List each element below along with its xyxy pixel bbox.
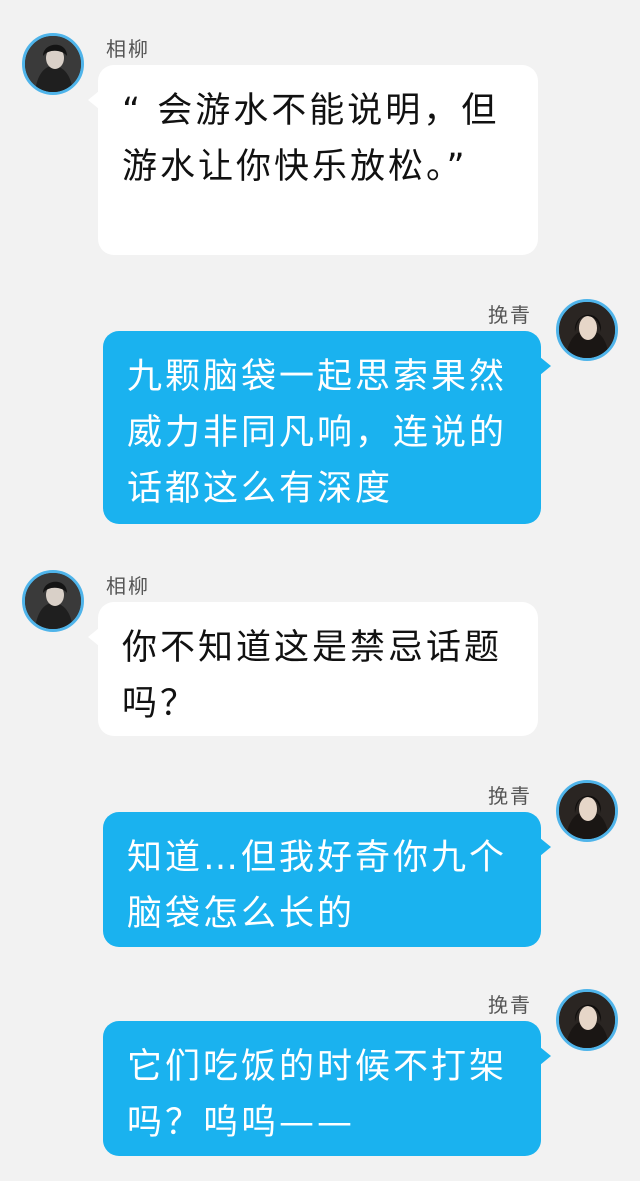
sender-name: 挽青: [488, 993, 532, 1017]
message-bubble[interactable]: “ 会游水不能说明，但游水让你快乐放松。”: [88, 65, 538, 255]
message-incoming: 相柳 你不知道这是禁忌话题吗？: [0, 570, 640, 740]
portrait-icon: [25, 36, 81, 92]
avatar[interactable]: [22, 33, 84, 95]
avatar[interactable]: [22, 570, 84, 632]
message-incoming: 相柳 “ 会游水不能说明，但游水让你快乐放松。”: [0, 33, 640, 258]
message-bubble[interactable]: 它们吃饭的时候不打架吗？呜呜——: [103, 1021, 551, 1156]
message-bubble[interactable]: 你不知道这是禁忌话题吗？: [88, 602, 538, 736]
avatar[interactable]: [556, 989, 618, 1051]
message-bubble[interactable]: 知道…但我好奇你九个脑袋怎么长的: [103, 812, 551, 947]
chat-thread: 相柳 “ 会游水不能说明，但游水让你快乐放松。” 挽青 九颗脑袋一起思索果然威力…: [0, 0, 640, 1181]
portrait-icon: [559, 302, 615, 358]
avatar[interactable]: [556, 780, 618, 842]
sender-name: 相柳: [106, 37, 150, 61]
sender-name: 挽青: [488, 303, 532, 327]
message-outgoing: 挽青 它们吃饭的时候不打架吗？呜呜——: [0, 989, 640, 1159]
sender-name: 相柳: [106, 574, 150, 598]
message-bubble[interactable]: 九颗脑袋一起思索果然威力非同凡响，连说的话都这么有深度: [103, 331, 551, 524]
portrait-icon: [25, 573, 81, 629]
portrait-icon: [559, 783, 615, 839]
message-outgoing: 挽青 知道…但我好奇你九个脑袋怎么长的: [0, 780, 640, 948]
avatar[interactable]: [556, 299, 618, 361]
sender-name: 挽青: [488, 784, 532, 808]
message-outgoing: 挽青 九颗脑袋一起思索果然威力非同凡响，连说的话都这么有深度: [0, 299, 640, 526]
portrait-icon: [559, 992, 615, 1048]
